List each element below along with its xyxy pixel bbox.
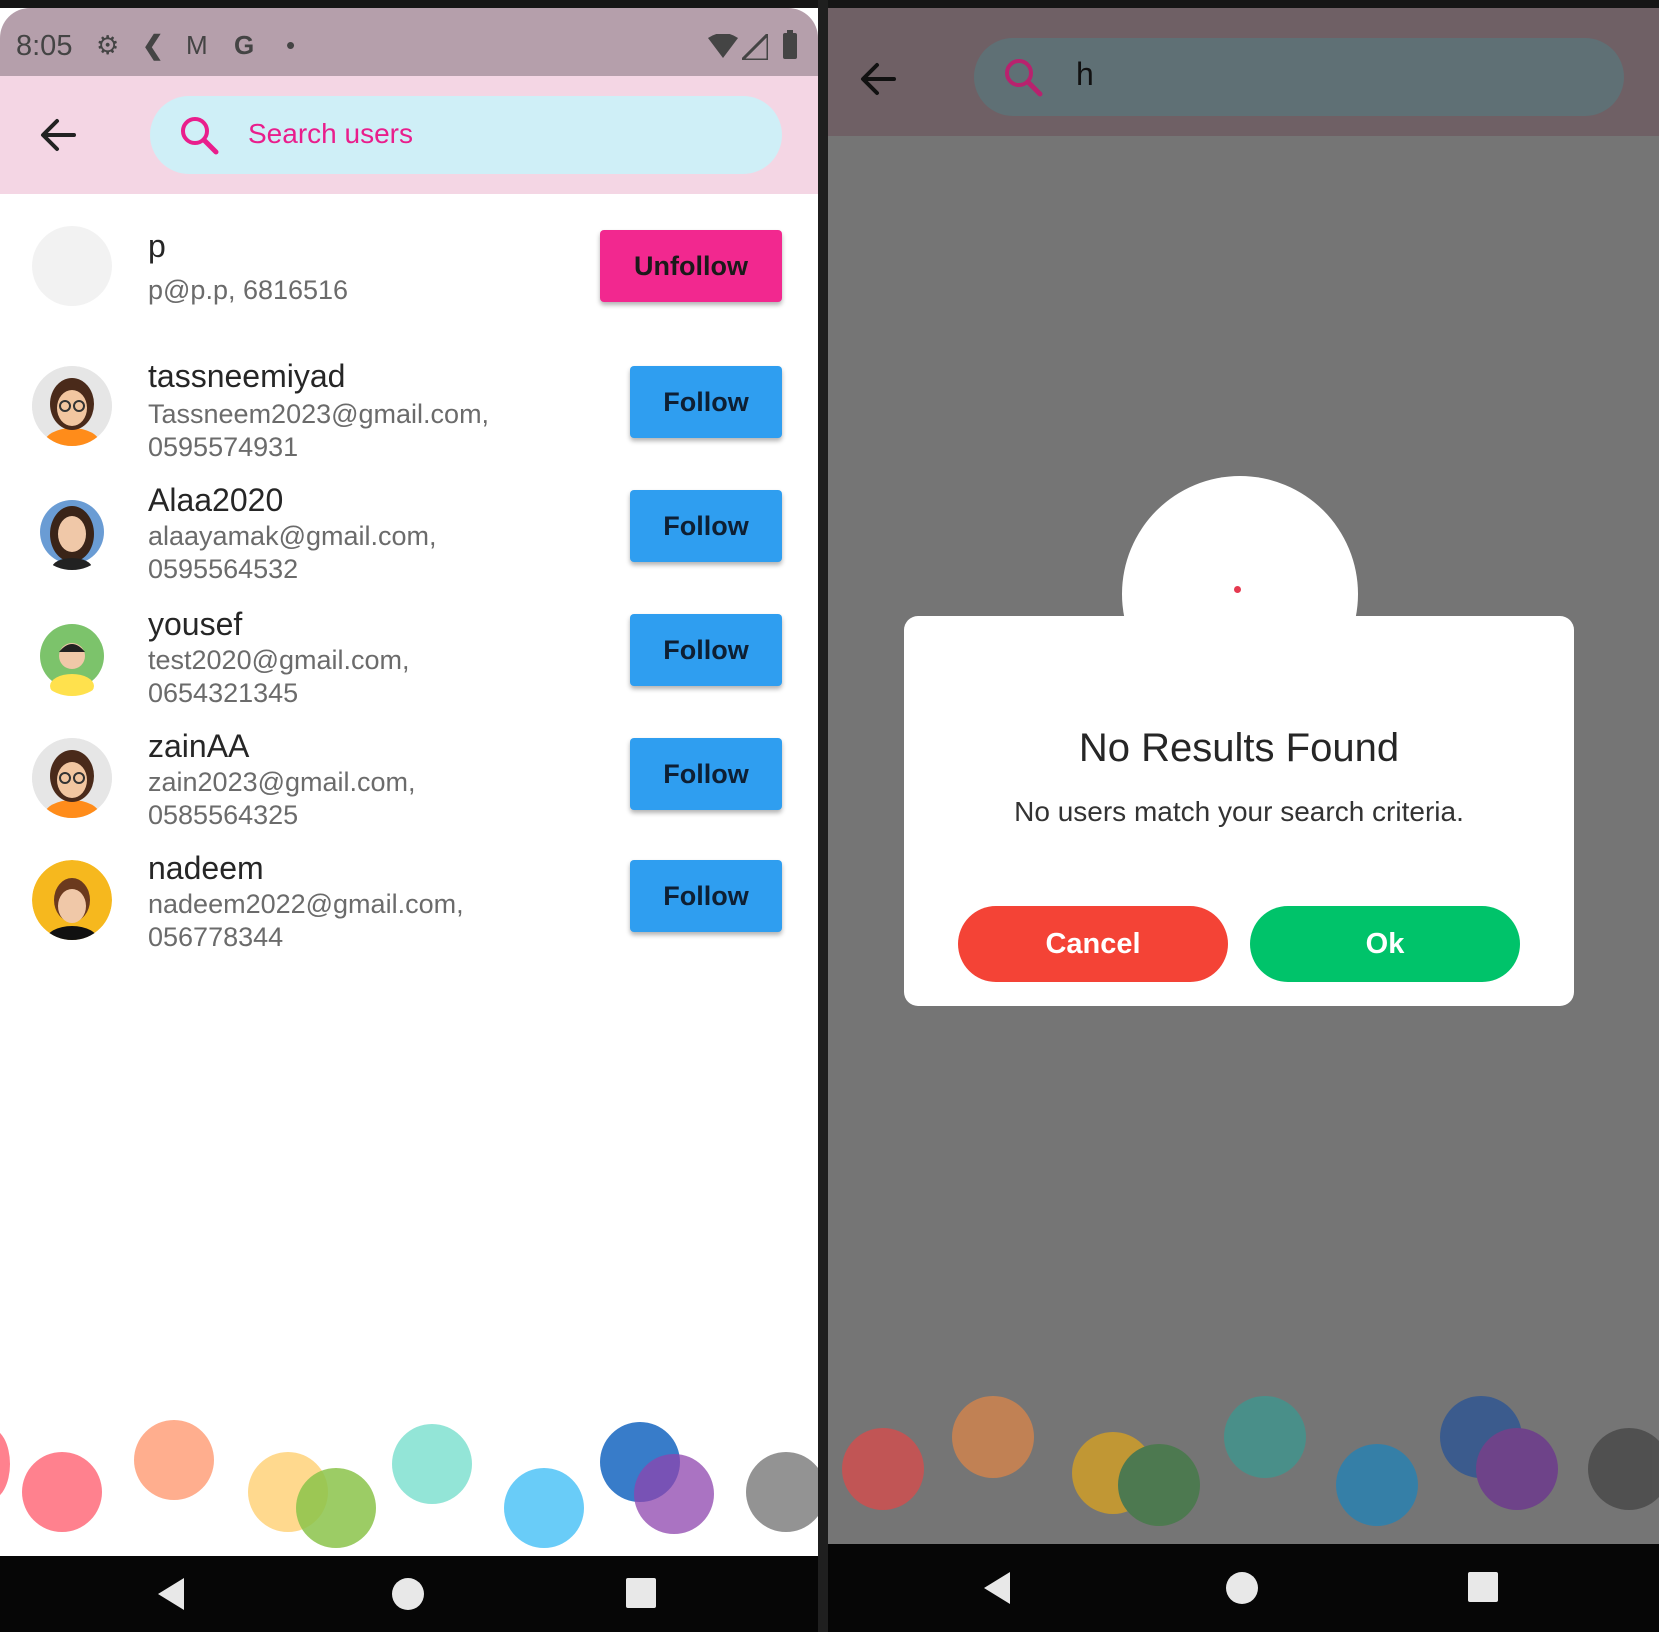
user-phone: 0654321345 <box>148 678 299 708</box>
app-bar: Search users <box>0 76 818 194</box>
user-phone: 0595564532 <box>148 554 299 584</box>
user-email: p@p.p, 6816516 <box>148 275 349 305</box>
left-screen: 8:05 ⚙ ❮ M G • Search users p p@p.p, 681… <box>0 8 818 1632</box>
back-arrow-icon[interactable] <box>858 60 898 98</box>
follow-button[interactable]: Follow <box>630 614 782 686</box>
user-name: nadeem <box>148 850 264 886</box>
signal-icon <box>742 34 768 60</box>
user-email: test2020@gmail.com, <box>148 645 410 675</box>
user-name: yousef <box>148 606 243 642</box>
follow-button[interactable]: Follow <box>630 490 782 562</box>
woman-glasses-avatar <box>32 366 112 446</box>
decoration-dots <box>0 1398 818 1568</box>
user-email: alaayamak@gmail.com, <box>148 521 437 551</box>
search-input[interactable]: h <box>1076 56 1094 93</box>
right-screen: h No Results Found No users match your s… <box>828 8 1659 1632</box>
nav-recents-icon[interactable] <box>624 1576 658 1610</box>
user-phone: 0595574931 <box>148 432 299 462</box>
app-bar: h <box>828 8 1659 136</box>
search-input[interactable]: Search users <box>248 118 413 150</box>
user-email: zain2023@gmail.com, <box>148 767 416 797</box>
search-icon <box>181 117 219 155</box>
top-frame-strip <box>0 0 1659 8</box>
woman-glasses-avatar <box>32 738 112 818</box>
user-name: zainAA <box>148 728 250 764</box>
man-orange-avatar <box>32 860 112 940</box>
ok-button[interactable]: Ok <box>1250 906 1520 982</box>
follow-button[interactable]: Follow <box>630 860 782 932</box>
user-name: tassneemiyad <box>148 358 346 394</box>
status-time: 8:05 <box>16 30 73 62</box>
nav-bar <box>828 1544 1659 1632</box>
battery-icon <box>783 30 797 59</box>
google-icon: G <box>234 30 255 60</box>
nav-back-icon[interactable] <box>980 1570 1014 1606</box>
user-name: p <box>148 228 166 264</box>
nav-back-icon[interactable] <box>154 1576 188 1612</box>
nav-recents-icon[interactable] <box>1466 1570 1500 1604</box>
search-icon <box>1005 59 1043 97</box>
blank-avatar <box>32 226 112 306</box>
cancel-button[interactable]: Cancel <box>958 906 1228 982</box>
no-results-dialog: No Results Found No users match your sea… <box>904 616 1574 1006</box>
nav-home-icon[interactable] <box>390 1576 426 1612</box>
user-name: Alaa2020 <box>148 482 284 518</box>
user-phone: 0585564325 <box>148 800 299 830</box>
boy-green-avatar <box>32 616 112 696</box>
wifi-icon <box>708 34 738 58</box>
status-bar: 8:05 ⚙ ❮ M G • <box>0 8 818 76</box>
user-email: Tassneem2023@gmail.com, <box>148 399 490 429</box>
dot-icon: • <box>286 30 296 60</box>
gear-icon: ⚙ <box>96 30 120 60</box>
decoration-dots <box>828 1388 1659 1558</box>
nav-home-icon[interactable] <box>1224 1570 1260 1606</box>
screen-divider <box>818 0 828 1632</box>
dialog-title: No Results Found <box>1078 726 1400 770</box>
follow-button[interactable]: Follow <box>630 738 782 810</box>
unfollow-button[interactable]: Unfollow <box>600 230 782 302</box>
follow-button[interactable]: Follow <box>630 366 782 438</box>
back-arrow-icon[interactable] <box>38 116 78 154</box>
user-email: nadeem2022@gmail.com, <box>148 889 464 919</box>
search-bar[interactable]: h <box>974 38 1624 116</box>
nav-bar <box>0 1556 818 1632</box>
user-phone: 056778344 <box>148 922 284 952</box>
gmail-icon: M <box>186 30 208 60</box>
flutter-icon: ❮ <box>142 30 164 60</box>
woman-blue-avatar <box>32 490 112 570</box>
loading-dot-icon <box>1234 586 1241 593</box>
search-bar[interactable]: Search users <box>150 96 782 174</box>
dialog-message: No users match your search criteria. <box>1014 796 1464 827</box>
list-item <box>32 226 112 306</box>
